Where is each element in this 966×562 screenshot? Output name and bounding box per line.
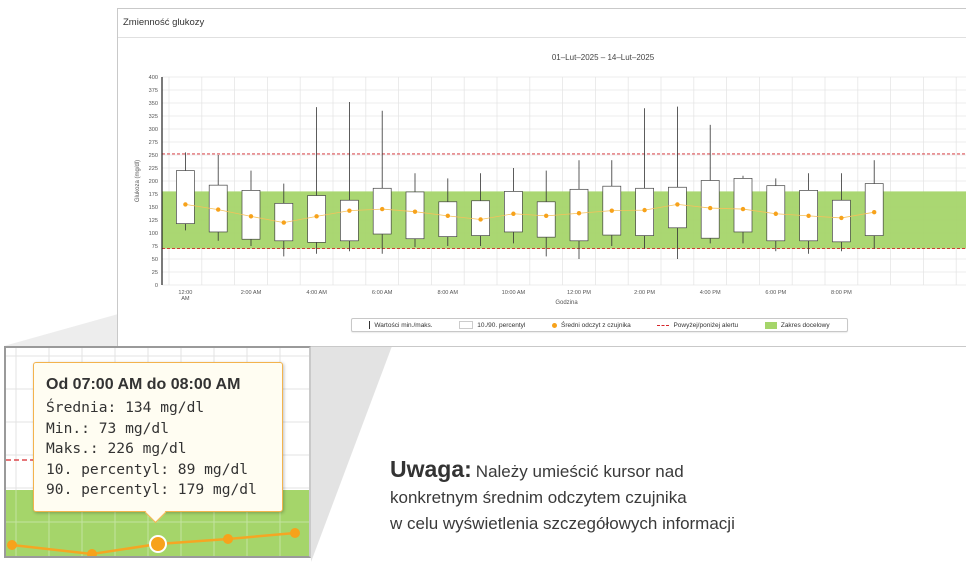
mean-point (347, 208, 352, 213)
note-line-1: Należy umieścić kursor nad (475, 462, 684, 481)
legend-percentile: 10./90. percentyl (459, 321, 525, 329)
y-tick-label: 100 (149, 231, 158, 237)
legend-target: Zakres docelowy (764, 321, 830, 329)
mean-point (773, 211, 778, 216)
y-tick-label: 300 (149, 127, 158, 133)
y-tick-label: 175 (149, 192, 158, 198)
mean-point (609, 208, 614, 213)
zoom-mean-point (7, 540, 17, 550)
mean-point (380, 206, 385, 212)
percentile-box (668, 186, 687, 229)
x-tick-label: 8:00 PM (831, 290, 852, 296)
y-tick-label: 0 (155, 283, 158, 289)
zoomed-detail-callout: Od 07:00 AM do 08:00 AM Średnia: 134 mg/… (4, 346, 311, 558)
legend-mean: Średni odczyt z czujnika (552, 322, 631, 329)
hover-instruction-note: Uwaga: Należy umieścić kursor nad konkret… (390, 456, 950, 537)
zoom-highlighted-mean-point (149, 535, 167, 553)
y-axis-label: Glukoza (mg/dl) (135, 160, 141, 202)
legend-alert: Powyżej/poniżej alertu (657, 322, 738, 329)
x-tick-label: 10:00 AM (502, 290, 526, 296)
x-tick-label: 4:00 AM (306, 290, 327, 296)
percentile-box (536, 201, 556, 238)
note-label: Uwaga: (390, 456, 472, 482)
percentile-box (340, 199, 359, 242)
y-tick-label: 150 (149, 205, 158, 211)
y-tick-label: 350 (149, 101, 158, 107)
percentile-box (733, 178, 753, 233)
mean-point (511, 211, 516, 216)
tooltip-p90: 90. percentyl: 179 mg/dl (46, 481, 257, 498)
mean-point (675, 202, 680, 207)
chart-legend: Wartości min./maks. 10./90. percentyl Śr… (351, 318, 848, 332)
x-tick-label: 12:00 PM (567, 290, 591, 296)
tooltip-title: Od 07:00 AM do 08:00 AM (46, 376, 241, 393)
y-tick-label: 400 (149, 75, 158, 81)
zoom-mean-point (223, 534, 233, 544)
mean-point (642, 207, 647, 213)
note-line-2: konkretnym średnim odczytem czujnika (390, 488, 687, 507)
y-tick-label: 200 (149, 179, 158, 185)
mean-point (281, 220, 286, 225)
x-axis-label: Godzina (555, 300, 578, 306)
glucose-variability-panel: Zmienność glukozy 01–Lut–2025 – 14–Lut–2… (117, 8, 966, 347)
hover-tooltip: Od 07:00 AM do 08:00 AM Średnia: 134 mg/… (33, 362, 283, 512)
percentile-box (438, 201, 458, 237)
glucose-boxplot-chart: 01–Lut–2025 – 14–Lut–2025 0 25 50 75 100 125 15… (135, 53, 966, 306)
y-tick-label: 325 (149, 114, 158, 120)
x-tick-label: 2:00 PM (634, 290, 655, 296)
mean-point (314, 214, 319, 219)
tooltip-min: Min.: 73 mg/dl (46, 419, 170, 437)
x-tick-label: 2:00 AM (241, 290, 262, 296)
legend-min-max: Wartości min./maks. (369, 321, 433, 329)
y-tick-label: 375 (149, 88, 158, 94)
percentile-box (307, 195, 326, 243)
tooltip-mean: Średnia: 134 mg/dl (46, 399, 205, 416)
mean-point (576, 211, 582, 216)
percentile-box (176, 170, 195, 224)
mean-point (740, 206, 746, 212)
x-tick-label: AM (181, 296, 190, 302)
mean-point (544, 213, 549, 219)
y-tick-label: 275 (149, 140, 158, 146)
mean-point (412, 209, 418, 214)
mean-point (872, 210, 877, 215)
x-tick-label: 6:00 AM (372, 290, 393, 296)
x-tick-label: 4:00 PM (700, 290, 721, 296)
percentile-box (832, 199, 851, 243)
percentile-box (405, 191, 425, 240)
y-tick-label: 125 (149, 218, 158, 224)
mean-point (445, 213, 450, 219)
zoom-mean-point (290, 528, 300, 538)
y-tick-label: 75 (152, 244, 158, 250)
mean-point (708, 205, 713, 211)
y-tick-label: 250 (149, 153, 158, 159)
note-line-3: w celu wyświetlenia szczegółowych inform… (390, 514, 735, 533)
mean-point (183, 202, 188, 207)
x-tick-label: 8:00 AM (438, 290, 459, 296)
y-tick-label: 25 (152, 270, 158, 276)
chart-title: 01–Lut–2025 – 14–Lut–2025 (552, 53, 655, 62)
percentile-box (864, 183, 884, 236)
mean-point (478, 217, 483, 222)
mean-point (216, 207, 221, 212)
y-tick-label: 225 (149, 166, 158, 172)
mean-point (839, 215, 844, 221)
x-tick-label: 6:00 PM (765, 290, 786, 296)
tooltip-max: Maks.: 226 mg/dl (46, 440, 187, 457)
mean-point (248, 214, 254, 219)
mean-point (806, 213, 811, 219)
tooltip-p10: 10. percentyl: 89 mg/dl (46, 460, 249, 478)
y-tick-label: 50 (152, 257, 158, 263)
